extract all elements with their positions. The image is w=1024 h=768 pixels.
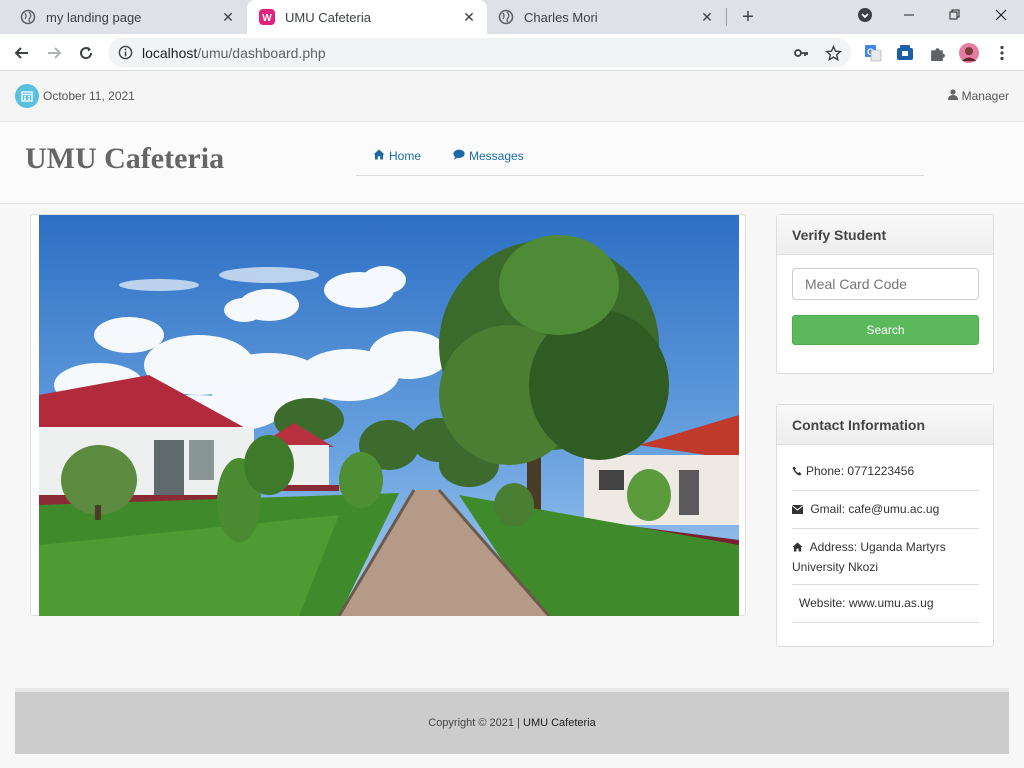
key-icon[interactable]	[792, 44, 810, 62]
envelope-icon	[791, 502, 807, 516]
extension-icon[interactable]	[895, 43, 915, 63]
user-role[interactable]: Manager	[947, 89, 1009, 103]
browser-tabstrip: my landing page ✕ W UMU Cafeteria ✕ Char…	[0, 0, 1024, 34]
wamp-icon: W	[259, 9, 275, 25]
site-brand[interactable]: UMU Cafeteria	[25, 142, 224, 176]
role-label: Manager	[961, 89, 1009, 103]
forward-icon[interactable]	[43, 42, 65, 64]
url-path: /umu/dashboard.php	[197, 45, 326, 61]
footer-brand-link[interactable]: UMU Cafeteria	[523, 717, 596, 729]
browser-tab[interactable]: my landing page ✕	[0, 0, 246, 34]
bookmark-star-icon[interactable]	[824, 44, 842, 62]
label: Address:	[809, 540, 858, 554]
browser-tab-active[interactable]: W UMU Cafeteria ✕	[247, 0, 487, 34]
calendar-icon	[15, 84, 39, 108]
nav-label: Messages	[469, 149, 524, 163]
tab-search-icon[interactable]	[842, 0, 888, 30]
restore-icon[interactable]	[932, 0, 978, 30]
phone-number: 0771223456	[847, 464, 915, 478]
hero-panel	[30, 214, 746, 616]
page: October 11, 2021 Manager UMU Cafeteria H…	[0, 71, 1024, 768]
current-date: October 11, 2021	[43, 89, 135, 103]
copyright-text: Copyright © 2021 |	[428, 717, 520, 729]
address-bar[interactable]: localhost/umu/dashboard.php	[108, 38, 851, 67]
panel-title: Verify Student	[777, 215, 993, 255]
phone-icon	[792, 464, 806, 478]
nav-item-messages[interactable]: Messages	[453, 149, 524, 163]
tab-separator	[726, 8, 727, 26]
website-url: www.umu.as.ug	[848, 596, 934, 610]
tab-title: my landing page	[46, 9, 142, 25]
close-tab-icon[interactable]: ✕	[699, 9, 715, 25]
close-tab-icon[interactable]: ✕	[220, 9, 236, 25]
meal-card-code-input[interactable]	[792, 268, 979, 300]
globe-icon	[20, 9, 36, 25]
main-nav: Home Messages	[356, 122, 924, 176]
puzzle-icon[interactable]	[927, 43, 947, 63]
avatar[interactable]	[959, 43, 979, 63]
home-icon	[373, 149, 385, 163]
label: Phone:	[806, 464, 845, 478]
label: Gmail:	[810, 502, 846, 516]
site-footer: Copyright © 2021 | UMU Cafeteria	[15, 688, 1009, 754]
label: Website:	[799, 596, 846, 610]
back-icon[interactable]	[11, 42, 33, 64]
info-icon[interactable]	[118, 45, 133, 60]
minimize-icon[interactable]	[886, 0, 932, 30]
tab-title: UMU Cafeteria	[285, 9, 371, 25]
contact-phone: Phone: 0771223456	[792, 461, 979, 491]
new-tab-button[interactable]: +	[738, 7, 758, 27]
campus-photo	[39, 215, 739, 616]
top-info-bar: October 11, 2021 Manager	[0, 71, 1024, 122]
translate-extension-icon[interactable]: G	[863, 43, 883, 63]
contact-address: Address: Uganda Martyrs University Nkozi	[792, 537, 979, 585]
contact-info-panel: Contact Information Phone: 0771223456 Gm…	[776, 404, 994, 647]
panel-title: Contact Information	[777, 405, 993, 445]
contact-gmail: Gmail: cafe@umu.ac.ug	[791, 499, 979, 529]
close-window-icon[interactable]	[978, 0, 1024, 30]
globe-icon	[498, 9, 514, 25]
site-header: UMU Cafeteria Home Messages	[0, 122, 1024, 204]
reload-icon[interactable]	[75, 42, 97, 64]
nav-label: Home	[389, 149, 422, 163]
browser-menu-icon[interactable]	[992, 43, 1012, 63]
email-address: cafe@umu.ac.ug	[848, 502, 940, 516]
verify-student-panel: Verify Student Search	[776, 214, 994, 374]
home-icon	[792, 540, 807, 554]
search-button[interactable]: Search	[792, 315, 979, 345]
browser-tab[interactable]: Charles Mori ✕	[488, 0, 725, 34]
contact-website: Website: www.umu.as.ug	[792, 593, 979, 623]
close-tab-icon[interactable]: ✕	[461, 9, 477, 25]
user-icon	[947, 89, 958, 103]
nav-item-home[interactable]: Home	[373, 149, 421, 163]
tab-title: Charles Mori	[524, 9, 598, 25]
svg-text:W: W	[262, 13, 272, 24]
comment-icon	[453, 149, 465, 163]
url-host: localhost	[142, 45, 198, 61]
browser-toolbar: localhost/umu/dashboard.php G	[0, 34, 1024, 71]
url-text: localhost/umu/dashboard.php	[142, 45, 326, 61]
